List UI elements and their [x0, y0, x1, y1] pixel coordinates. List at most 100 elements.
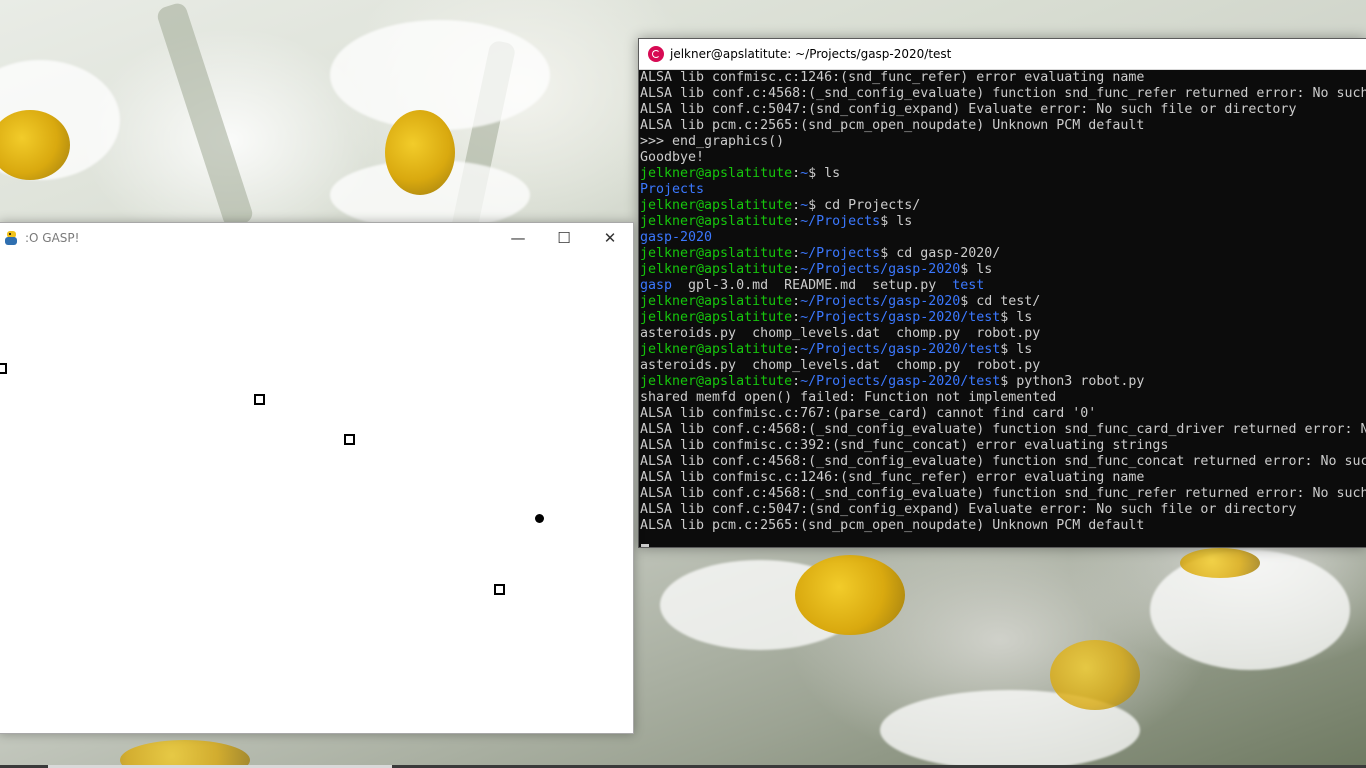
robot-square	[254, 394, 265, 405]
terminal-line: >>> end_graphics()	[640, 134, 785, 149]
prompt-command: $ ls	[808, 166, 841, 181]
prompt-separator: :	[792, 246, 801, 261]
terminal-line: ALSA lib conf.c:4568:(_snd_config_evalua…	[640, 422, 1366, 437]
terminal-output[interactable]: ALSA lib confmisc.c:1246:(snd_func_refer…	[639, 69, 1366, 547]
robot-square	[494, 584, 505, 595]
minimize-icon: —	[510, 229, 526, 247]
terminal-line: ALSA lib conf.c:4568:(_snd_config_evalua…	[640, 86, 1366, 101]
terminal-line: asteroids.py chomp_levels.dat chomp.py r…	[640, 326, 1041, 341]
terminal-line: ALSA lib confmisc.c:1246:(snd_func_refer…	[640, 70, 1145, 85]
prompt-user: jelkner@apslatitute	[640, 310, 793, 325]
gasp-titlebar[interactable]: :O GASP! — ☐ ✕	[0, 223, 633, 253]
prompt-separator: :	[792, 166, 801, 181]
prompt-user: jelkner@apslatitute	[640, 342, 793, 357]
wallpaper-flower	[385, 110, 455, 195]
terminal-line: gasp gpl-3.0.md README.md setup.py test	[639, 278, 1366, 294]
terminal-window[interactable]: jelkner@apslatitute: ~/Projects/gasp-202…	[638, 38, 1366, 548]
close-icon: ✕	[603, 229, 617, 247]
prompt-user: jelkner@apslatitute	[640, 294, 793, 309]
debian-swirl-icon	[648, 46, 664, 62]
terminal-cursor	[641, 544, 649, 547]
terminal-line: ALSA lib confmisc.c:767:(parse_card) can…	[640, 406, 1097, 421]
wallpaper-flower	[1180, 548, 1260, 578]
prompt-command: $ ls	[880, 214, 913, 229]
prompt-separator: :	[792, 342, 801, 357]
terminal-line: jelkner@apslatitute:~/Projects/gasp-2020…	[639, 374, 1366, 390]
maximize-button[interactable]: ☐	[541, 223, 587, 253]
prompt-command: $ ls	[1000, 310, 1033, 325]
terminal-line: ALSA lib conf.c:4568:(_snd_config_evalua…	[640, 454, 1366, 469]
terminal-line: jelkner@apslatitute:~/Projects/gasp-2020…	[639, 342, 1366, 358]
terminal-line: jelkner@apslatitute:~/Projects/gasp-2020…	[639, 310, 1366, 326]
gasp-window[interactable]: :O GASP! — ☐ ✕	[0, 222, 634, 734]
gasp-game-canvas[interactable]	[0, 253, 633, 733]
prompt-path: ~	[800, 198, 809, 213]
prompt-command: $ cd gasp-2020/	[880, 246, 1001, 261]
prompt-command: $ python3 robot.py	[1000, 374, 1145, 389]
prompt-path: ~	[800, 166, 809, 181]
terminal-title: jelkner@apslatitute: ~/Projects/gasp-202…	[670, 47, 952, 61]
robot-square	[344, 434, 355, 445]
prompt-separator: :	[792, 374, 801, 389]
terminal-line: ALSA lib pcm.c:2565:(snd_pcm_open_noupda…	[640, 118, 1145, 133]
wallpaper-stem	[155, 0, 255, 230]
terminal-line: jelkner@apslatitute:~$ cd Projects/	[639, 198, 1366, 214]
prompt-user: jelkner@apslatitute	[640, 198, 793, 213]
prompt-command: $ ls	[1000, 342, 1033, 357]
prompt-separator: :	[792, 198, 801, 213]
wallpaper-petal	[330, 20, 550, 130]
terminal-line: jelkner@apslatitute:~/Projects/gasp-2020…	[639, 294, 1366, 310]
terminal-line: jelkner@apslatitute:~/Projects$ ls	[639, 214, 1366, 230]
prompt-path: ~/Projects/gasp-2020/test	[800, 310, 1001, 325]
file-name: gpl-3.0.md README.md setup.py	[672, 278, 953, 293]
prompt-separator: :	[792, 214, 801, 229]
terminal-line: ALSA lib confmisc.c:392:(snd_func_concat…	[640, 438, 1169, 453]
terminal-line: ALSA lib conf.c:5047:(snd_config_expand)…	[640, 102, 1297, 117]
maximize-icon: ☐	[557, 229, 571, 247]
wallpaper-flower	[795, 555, 905, 635]
directory-name: gasp-2020	[640, 230, 713, 245]
terminal-line: Goodbye!	[640, 150, 705, 165]
terminal-titlebar[interactable]: jelkner@apslatitute: ~/Projects/gasp-202…	[639, 39, 1366, 70]
terminal-line: ALSA lib confmisc.c:1246:(snd_func_refer…	[640, 470, 1145, 485]
prompt-user: jelkner@apslatitute	[640, 214, 793, 229]
prompt-separator: :	[792, 310, 801, 325]
prompt-user: jelkner@apslatitute	[640, 166, 793, 181]
prompt-path: ~/Projects	[800, 246, 881, 261]
prompt-user: jelkner@apslatitute	[640, 246, 793, 261]
prompt-command: $ ls	[960, 262, 993, 277]
terminal-line: ALSA lib pcm.c:2565:(snd_pcm_open_noupda…	[640, 518, 1145, 533]
prompt-separator: :	[792, 262, 801, 277]
terminal-line: asteroids.py chomp_levels.dat chomp.py r…	[640, 358, 1041, 373]
pygame-snake-icon	[5, 231, 19, 245]
wallpaper-flower	[1050, 640, 1140, 710]
terminal-line: ALSA lib conf.c:5047:(snd_config_expand)…	[640, 502, 1297, 517]
prompt-separator: :	[792, 294, 801, 309]
prompt-user: jelkner@apslatitute	[640, 374, 793, 389]
terminal-line: jelkner@apslatitute:~$ ls	[639, 166, 1366, 182]
terminal-line: gasp-2020	[639, 230, 1366, 246]
terminal-line: Projects	[639, 182, 1366, 198]
prompt-command: $ cd test/	[960, 294, 1041, 309]
prompt-command: $ cd Projects/	[808, 198, 921, 213]
terminal-line: jelkner@apslatitute:~/Projects$ cd gasp-…	[639, 246, 1366, 262]
directory-name: gasp	[640, 278, 673, 293]
player-dot	[535, 514, 544, 523]
directory-name: test	[952, 278, 985, 293]
gasp-window-title: :O GASP!	[25, 231, 80, 245]
terminal-line: ALSA lib conf.c:4568:(_snd_config_evalua…	[640, 486, 1366, 501]
terminal-line: shared memfd open() failed: Function not…	[640, 390, 1057, 405]
terminal-lines: ALSA lib confmisc.c:1246:(snd_func_refer…	[639, 70, 1366, 534]
prompt-path: ~/Projects/gasp-2020	[800, 262, 961, 277]
prompt-path: ~/Projects	[800, 214, 881, 229]
prompt-path: ~/Projects/gasp-2020/test	[800, 374, 1001, 389]
directory-name: Projects	[640, 182, 705, 197]
close-button[interactable]: ✕	[587, 223, 633, 253]
wallpaper-flower	[120, 740, 250, 768]
minimize-button[interactable]: —	[495, 223, 541, 253]
prompt-path: ~/Projects/gasp-2020/test	[800, 342, 1001, 357]
robot-square	[0, 363, 7, 374]
terminal-line: jelkner@apslatitute:~/Projects/gasp-2020…	[639, 262, 1366, 278]
prompt-path: ~/Projects/gasp-2020	[800, 294, 961, 309]
prompt-user: jelkner@apslatitute	[640, 262, 793, 277]
